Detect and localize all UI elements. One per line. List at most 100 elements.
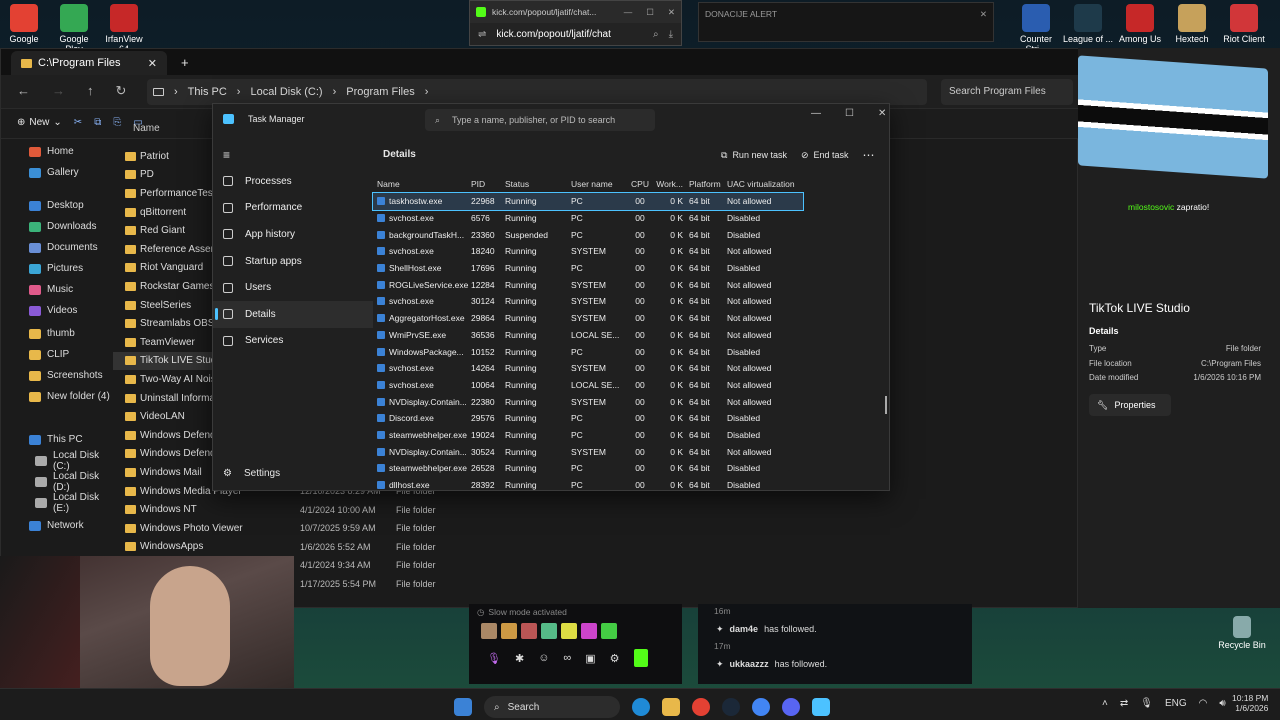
nav-item[interactable]: thumb — [1, 323, 113, 345]
table-row[interactable]: AggregatorHost.exe 29864 Running SYSTEM 00 0 … — [373, 310, 803, 327]
table-row[interactable]: steamwebhelper.exe 26528 Running PC 00 0 K 64 … — [373, 460, 803, 477]
maximize-icon[interactable]: ☐ — [646, 7, 654, 18]
nav-item[interactable]: Screenshots — [1, 365, 113, 387]
task-manager-icon[interactable] — [812, 698, 830, 716]
table-row[interactable]: svchost.exe 6576 Running PC 00 0 K 64 bit Disab… — [373, 210, 803, 227]
taskbar-search[interactable]: ⌕ Search — [484, 696, 620, 718]
table-row[interactable]: svchost.exe 18240 Running SYSTEM 00 0 K 64 bit… — [373, 243, 803, 260]
volume-icon[interactable]: 🔊︎ — [1219, 698, 1225, 709]
desktop-shortcut[interactable]: Riot Client — [1218, 4, 1270, 54]
network-icon[interactable]: ⇄ — [1120, 698, 1128, 709]
send-chat-button[interactable] — [633, 649, 648, 667]
table-row[interactable]: NVDisplay.Contain... 22380 Running SYSTEM 00… — [373, 393, 803, 410]
table-row[interactable]: ROGLiveService.exe 12284 Running SYSTEM 00 0 … — [373, 276, 803, 293]
start-icon[interactable] — [454, 698, 472, 716]
nav-item[interactable]: Documents — [1, 237, 113, 259]
hamburger-menu-icon[interactable]: ≡ — [223, 148, 230, 162]
breadcrumb-this-pc[interactable]: This PC — [188, 86, 227, 98]
tm-nav-processes[interactable]: Processes — [213, 168, 373, 195]
close-icon[interactable]: ✕ — [878, 108, 886, 119]
forward-icon[interactable]: → — [52, 83, 65, 99]
download-icon[interactable]: ⤓ — [669, 29, 673, 40]
refresh-icon[interactable]: ↻ — [116, 83, 127, 99]
more-options-icon[interactable]: ⋯ — [863, 148, 875, 162]
discord-icon[interactable] — [782, 698, 800, 716]
table-row[interactable]: svchost.exe 10064 Running LOCAL SE... 00 0 K 6… — [373, 377, 803, 394]
minimize-icon[interactable]: — — [811, 108, 821, 119]
tm-nav-startup-apps[interactable]: Startup apps — [213, 248, 373, 275]
explorer-tab[interactable]: C:\Program Files ✕ — [11, 51, 167, 75]
emote-icon[interactable] — [481, 623, 497, 639]
edge-icon[interactable] — [632, 698, 650, 716]
nav-item[interactable]: Downloads — [1, 216, 113, 238]
tm-nav-users[interactable]: Users — [213, 274, 373, 301]
emote-icon[interactable] — [501, 623, 517, 639]
microphone-icon[interactable]: 🎙︎ — [1140, 698, 1153, 709]
explorer-search-input[interactable]: Search Program Files — [941, 79, 1073, 105]
table-row[interactable]: dllhost.exe 28392 Running PC 00 0 K 64 bit Disa… — [373, 477, 803, 494]
zoom-icon[interactable]: ⌕ — [653, 29, 659, 40]
column-header[interactable]: PID — [471, 179, 505, 189]
emote-icon[interactable] — [521, 623, 537, 639]
column-header[interactable]: Name — [373, 179, 471, 189]
task-manager-search-input[interactable]: ⌕ Type a name, publisher, or PID to sear… — [425, 109, 655, 131]
desktop-shortcut[interactable]: Counter Stri... — [1010, 4, 1062, 54]
column-header[interactable]: Work... — [653, 179, 687, 189]
table-row[interactable]: steamwebhelper.exe 19024 Running PC 00 0 K 64 … — [373, 427, 803, 444]
list-item[interactable]: Windows NT 4/1/2024 10:00 AM File folder — [113, 500, 633, 519]
emote-icon[interactable] — [581, 623, 597, 639]
run-new-task-button[interactable]: ⧉ Run new task — [721, 150, 787, 161]
chevron-up-icon[interactable]: ˄ — [1102, 698, 1108, 709]
nav-item[interactable]: Network — [1, 515, 113, 537]
nav-item[interactable]: Videos — [1, 300, 113, 322]
cut-icon[interactable]: ✂ — [74, 117, 82, 128]
language-indicator[interactable]: ENG — [1165, 698, 1187, 709]
recycle-bin-icon[interactable]: Recycle Bin — [1214, 616, 1270, 650]
breadcrumb-program-files[interactable]: Program Files — [346, 86, 414, 98]
desktop-shortcut[interactable]: Google Play — [50, 4, 98, 54]
table-row[interactable]: backgroundTaskH... 23360 Suspended PC 00 0 K 6… — [373, 226, 803, 243]
end-task-button[interactable]: ⊘ End task — [801, 150, 849, 161]
nav-item[interactable]: This PC — [1, 429, 113, 451]
gear-icon[interactable]: ⚙ — [610, 652, 620, 665]
new-button[interactable]: ⊕ New ⌄ — [17, 117, 62, 128]
gift-icon[interactable]: ▣ — [585, 652, 595, 665]
clock[interactable]: 10:18 PM 1/6/2026 — [1232, 693, 1268, 713]
table-row[interactable]: WmiPrvSE.exe 36536 Running LOCAL SE... 00 0 K… — [373, 327, 803, 344]
nav-item[interactable]: CLIP — [1, 344, 113, 366]
nav-item[interactable]: Local Disk (D:) — [1, 471, 113, 493]
list-item[interactable]: WindowsApps 1/6/2026 5:52 AM File folder — [113, 538, 633, 557]
site-settings-icon[interactable]: ⇌ — [478, 29, 486, 40]
paste-icon[interactable]: ⎘ — [113, 117, 121, 128]
sparkle-icon[interactable]: ✱ — [515, 652, 524, 665]
table-row[interactable]: ShellHost.exe 17696 Running PC 00 0 K 64 bit Di… — [373, 260, 803, 277]
tm-nav-details[interactable]: Details — [213, 300, 373, 328]
column-header[interactable]: UAC virtualization — [727, 179, 803, 189]
link-icon[interactable]: ∞ — [563, 652, 571, 664]
desktop-shortcut[interactable]: IrfanView 64 — [100, 4, 148, 54]
scrollbar[interactable] — [885, 396, 887, 414]
wifi-icon[interactable]: ◠ — [1199, 698, 1208, 709]
tm-nav-performance[interactable]: Performance — [213, 195, 373, 222]
new-tab-icon[interactable]: + — [181, 55, 189, 70]
nav-item[interactable]: Pictures — [1, 258, 113, 280]
tm-nav-app-history[interactable]: App history — [213, 221, 373, 248]
breadcrumb[interactable]: › This PC › Local Disk (C:) › Program File… — [147, 79, 927, 105]
nav-item[interactable]: Local Disk (E:) — [1, 492, 113, 514]
tm-nav-services[interactable]: Services — [213, 328, 373, 355]
donation-alert-window[interactable]: DONACIJE ALERT ✕ — [698, 2, 994, 42]
breadcrumb-local-disk[interactable]: Local Disk (C:) — [250, 86, 322, 98]
settings-nav-item[interactable]: ⚙ Settings — [223, 468, 280, 479]
table-row[interactable]: svchost.exe 30124 Running SYSTEM 00 0 K 64 bit… — [373, 293, 803, 310]
desktop-shortcut[interactable]: Hextech — [1166, 4, 1218, 54]
close-icon[interactable]: ✕ — [668, 7, 675, 18]
nav-item[interactable]: Desktop — [1, 195, 113, 217]
table-row[interactable]: NVDisplay.Contain... 30524 Running SYSTEM 00… — [373, 443, 803, 460]
maximize-icon[interactable]: ☐ — [845, 108, 854, 119]
back-icon[interactable]: ← — [17, 83, 30, 99]
chrome-icon[interactable] — [752, 698, 770, 716]
nav-item[interactable]: Home — [1, 141, 113, 163]
file-explorer-icon[interactable] — [662, 698, 680, 716]
table-row[interactable]: taskhostw.exe 22968 Running PC 00 0 K 64 bit No… — [372, 192, 804, 211]
nav-item[interactable]: Music — [1, 279, 113, 301]
